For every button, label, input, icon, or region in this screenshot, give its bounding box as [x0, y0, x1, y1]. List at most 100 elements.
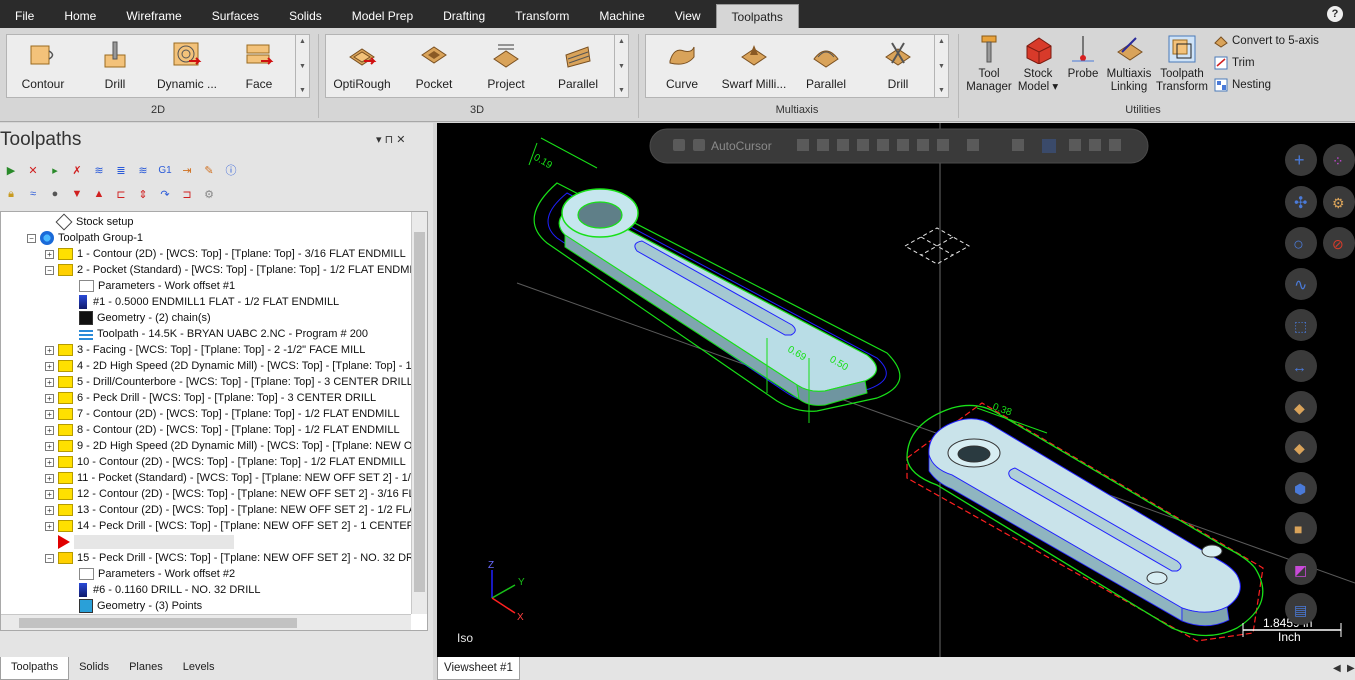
tree-row[interactable]: − Toolpath Group-1: [27, 230, 143, 246]
grid-tool-icon[interactable]: ⁘: [1332, 153, 1344, 169]
expand-toggle-icon[interactable]: +: [45, 521, 54, 531]
drill-multiaxis-button[interactable]: Drill: [862, 35, 934, 97]
move-up-icon[interactable]: ▲: [90, 186, 108, 202]
tab-planes[interactable]: Planes: [119, 657, 173, 680]
list-tool-icon[interactable]: ▤: [1294, 602, 1307, 618]
expand-toggle-icon[interactable]: +: [45, 505, 54, 515]
regenerate-dirty-icon[interactable]: ✗: [68, 162, 86, 178]
viewsheet-tab[interactable]: Viewsheet #1: [437, 657, 520, 680]
post-icon[interactable]: G1: [156, 162, 174, 178]
curve-button[interactable]: Curve: [646, 35, 718, 97]
menu-tab-file[interactable]: File: [0, 4, 49, 28]
tree-row[interactable]: +7 - Contour (2D) - [WCS: Top] - [Tplane…: [45, 406, 400, 422]
menu-tab-home[interactable]: Home: [49, 4, 111, 28]
circle-tool-icon[interactable]: ○: [1293, 234, 1304, 254]
menu-tab-machine[interactable]: Machine: [584, 4, 659, 28]
tree-row[interactable]: +4 - 2D High Speed (2D Dynamic Mill) - […: [45, 358, 415, 374]
expand-toggle-icon[interactable]: +: [45, 489, 54, 499]
right-view-buttons[interactable]: + ✣ ○ ∿ ⬚ ↔ ◆ ◆ ⬢ ■ ◩ ▤ ⁘ ⚙ ⊘: [1285, 144, 1355, 625]
tree-row[interactable]: Geometry - (3) Points: [79, 598, 202, 614]
pocket-button[interactable]: Pocket: [398, 35, 470, 97]
lock-icon[interactable]: 🔒︎: [2, 186, 20, 202]
tree-row[interactable]: Parameters - Work offset #1: [79, 278, 235, 294]
optirough-button[interactable]: OptiRough: [326, 35, 398, 97]
menu-tab-view[interactable]: View: [660, 4, 716, 28]
menu-tab-surfaces[interactable]: Surfaces: [197, 4, 274, 28]
tab-solids[interactable]: Solids: [69, 657, 119, 680]
tab-levels[interactable]: Levels: [173, 657, 225, 680]
tree-row[interactable]: − 15 - Peck Drill - [WCS: Top] - [Tplane:…: [45, 550, 423, 566]
insert-arrow-row[interactable]: [45, 534, 234, 550]
trim-button[interactable]: Trim: [1214, 56, 1255, 70]
select-all-icon[interactable]: ▶: [2, 162, 20, 178]
expand-toggle-icon[interactable]: +: [45, 473, 54, 483]
expand-toggle-icon[interactable]: +: [45, 361, 54, 371]
viewsheet-prev-icon[interactable]: ◀: [1333, 663, 1341, 674]
high-feed-icon[interactable]: ⇥: [178, 162, 196, 178]
menu-tab-wireframe[interactable]: Wireframe: [111, 4, 196, 28]
dynamic-button[interactable]: Dynamic ...: [151, 35, 223, 97]
probe-button[interactable]: Probe: [1057, 34, 1109, 81]
single-display-icon[interactable]: ⊐: [178, 186, 196, 202]
scroll-into-view-icon[interactable]: ↷: [156, 186, 174, 202]
settings-tool-icon[interactable]: ⚙: [1332, 195, 1345, 211]
menu-tab-transform[interactable]: Transform: [500, 4, 584, 28]
menu-tab-drafting[interactable]: Drafting: [428, 4, 500, 28]
nesting-button[interactable]: Nesting: [1214, 78, 1271, 92]
expand-toggle-icon[interactable]: +: [45, 377, 54, 387]
zoom-in-icon[interactable]: +: [1294, 150, 1305, 170]
autocursor-toolbar[interactable]: AutoCursor: [649, 128, 1149, 164]
solid-tool-icon[interactable]: ⬚: [1294, 318, 1307, 334]
gallery-2d-scroll[interactable]: ▲ ▼ ▼: [295, 35, 309, 97]
tree-row[interactable]: +5 - Drill/Counterbore - [WCS: Top] - [T…: [45, 374, 413, 390]
gallery-multiaxis-scroll[interactable]: ▲ ▼ ▼: [934, 35, 948, 97]
tree-row[interactable]: − 2 - Pocket (Standard) - [WCS: Top] - [T…: [45, 262, 412, 278]
tree-row[interactable]: +3 - Facing - [WCS: Top] - [Tplane: Top]…: [45, 342, 365, 358]
tree-row[interactable]: +14 - Peck Drill - [WCS: Top] - [Tplane:…: [45, 518, 426, 534]
gallery-3d-scroll[interactable]: ▲ ▼ ▼: [614, 35, 628, 97]
swarf-milling-button[interactable]: Swarf Milli...: [718, 35, 790, 97]
expand-toggle-icon[interactable]: +: [45, 409, 54, 419]
expand-toggle-icon[interactable]: +: [45, 457, 54, 467]
tree-horizontal-scrollbar[interactable]: [1, 614, 411, 630]
toggle-display-icon[interactable]: ≈: [24, 186, 42, 202]
move-icon[interactable]: ✣: [1294, 195, 1307, 212]
backplot-icon[interactable]: ≋: [90, 162, 108, 178]
expand-toggle-icon[interactable]: +: [45, 393, 54, 403]
help-icon[interactable]: ?: [1327, 6, 1343, 22]
expand-toggle-icon[interactable]: +: [45, 441, 54, 451]
tree-row[interactable]: +11 - Pocket (Standard) - [WCS: Top] - […: [45, 470, 417, 486]
delete-all-icon[interactable]: ✎: [200, 162, 218, 178]
toolpath-tool-icon-1[interactable]: ◆: [1294, 400, 1305, 416]
stock-tool-icon[interactable]: ■: [1294, 521, 1302, 537]
dimension-tool-icon[interactable]: ↔: [1292, 359, 1307, 376]
tree-row[interactable]: #1 - 0.5000 ENDMILL1 FLAT - 1/2 FLAT END…: [79, 294, 339, 310]
tree-row[interactable]: +6 - Peck Drill - [WCS: Top] - [Tplane: …: [45, 390, 376, 406]
tree-row[interactable]: Stock setup: [45, 213, 133, 231]
simulate-icon[interactable]: ≋: [134, 162, 152, 178]
tree-row[interactable]: #6 - 0.1160 DRILL - NO. 32 DRILL: [79, 582, 261, 598]
tree-row[interactable]: +9 - 2D High Speed (2D Dynamic Mill) - […: [45, 438, 419, 454]
parallel-3d-button[interactable]: Parallel: [542, 35, 614, 97]
curve-tool-icon[interactable]: ∿: [1294, 277, 1307, 294]
help-panel-icon[interactable]: ⓘ: [222, 162, 240, 178]
verify-icon[interactable]: ≣: [112, 162, 130, 178]
project-button[interactable]: Project: [470, 35, 542, 97]
tool-manager-button[interactable]: Tool Manager: [963, 34, 1015, 94]
tree-row[interactable]: +12 - Contour (2D) - [WCS: Top] - [Tplan…: [45, 486, 415, 502]
expand-toggle-icon[interactable]: −: [45, 265, 54, 275]
shade-tool-icon[interactable]: ◩: [1294, 562, 1307, 578]
parallel-multiaxis-button[interactable]: Parallel: [790, 35, 862, 97]
deselect-all-icon[interactable]: ✕: [24, 162, 42, 178]
expand-toggle-icon[interactable]: −: [45, 553, 54, 563]
tree-row[interactable]: Geometry - (2) chain(s): [79, 310, 211, 326]
menu-tab-model-prep[interactable]: Model Prep: [337, 4, 428, 28]
view-cube-icon[interactable]: ⬢: [1294, 481, 1306, 497]
toggle-post-icon[interactable]: ●: [46, 186, 64, 202]
insert-arrow-icon[interactable]: ⊏: [112, 186, 130, 202]
tree-row[interactable]: +13 - Contour (2D) - [WCS: Top] - [Tplan…: [45, 502, 416, 518]
expand-toggle-icon[interactable]: +: [45, 345, 54, 355]
graphics-viewport[interactable]: AutoCursor 0.19 0.69 0.50 0.38 Z Y X Iso…: [437, 123, 1355, 657]
menu-tab-toolpaths[interactable]: Toolpaths: [715, 4, 799, 28]
cancel-tool-icon[interactable]: ⊘: [1332, 236, 1344, 252]
